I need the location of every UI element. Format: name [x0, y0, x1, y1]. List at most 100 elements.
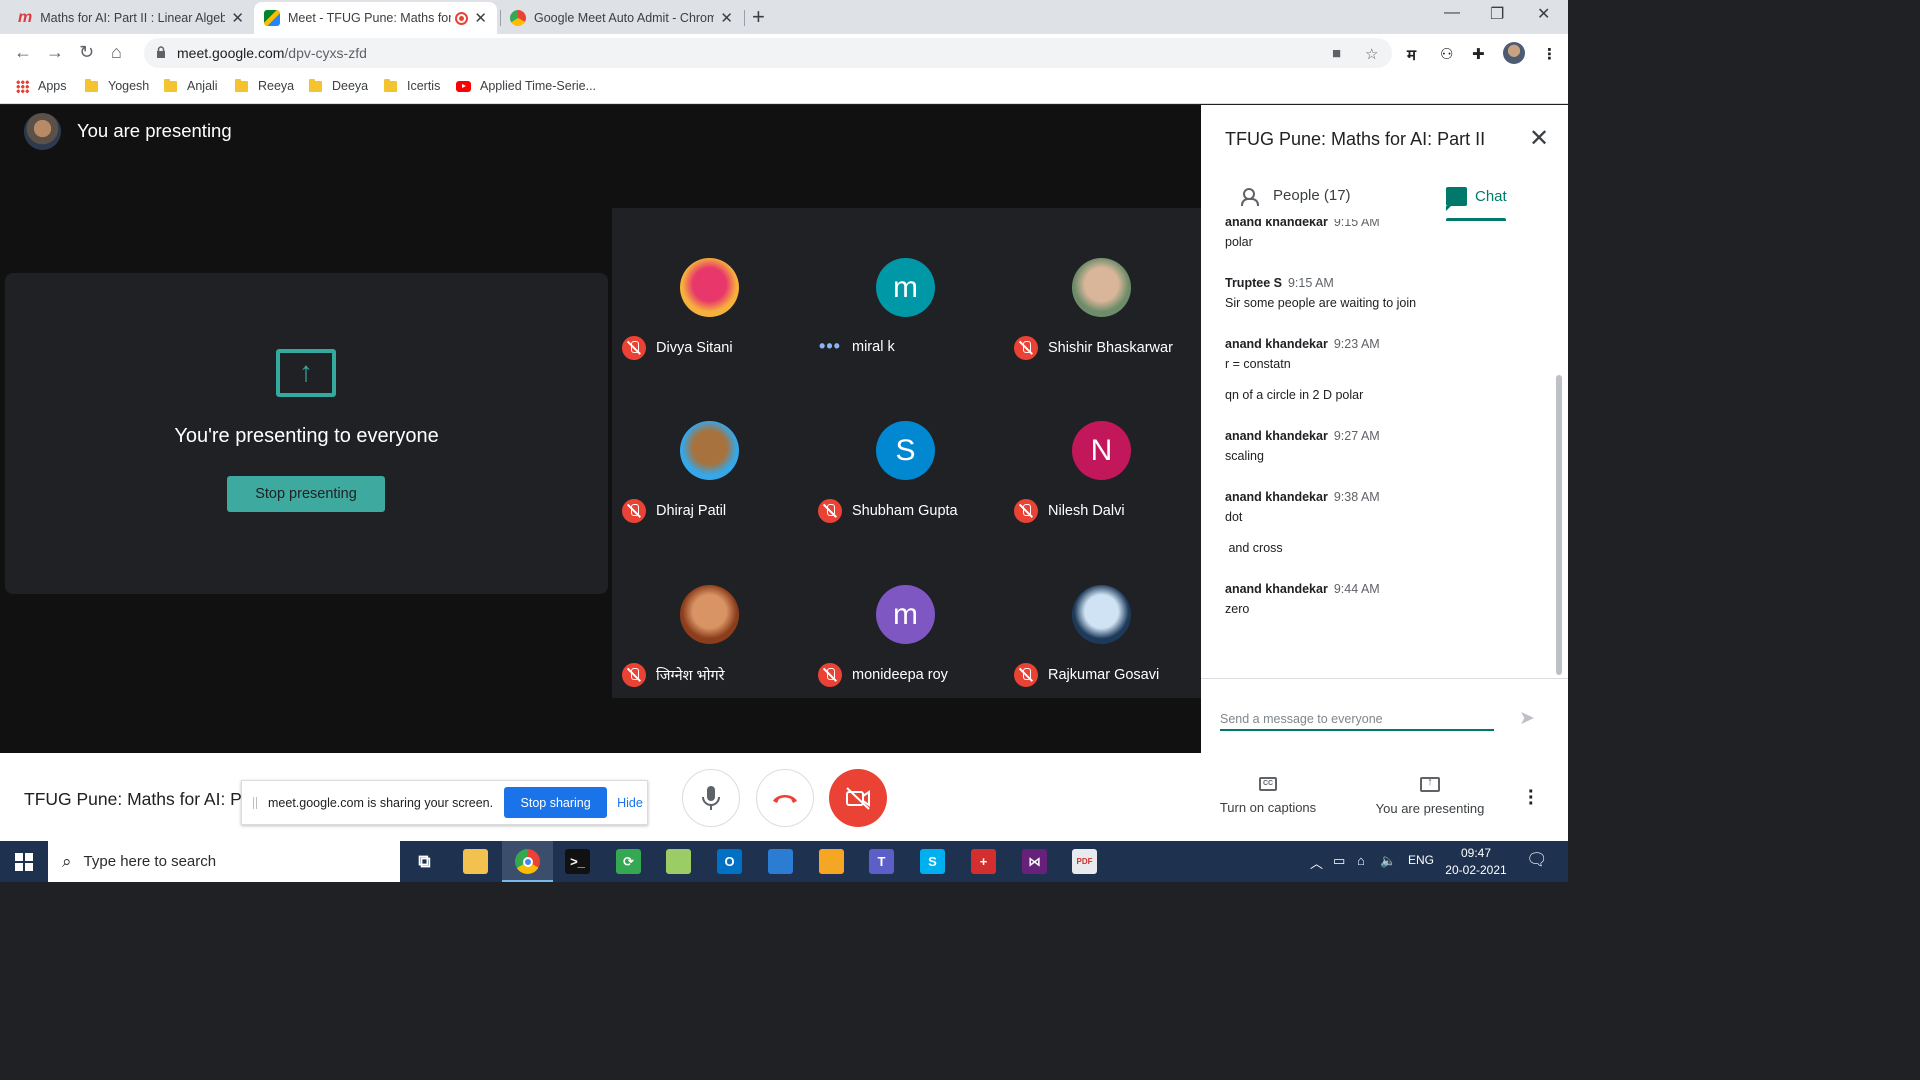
bookmark-youtube[interactable]: Applied Time-Serie... [456, 79, 596, 93]
bookmark-star-icon[interactable]: ☆ [1365, 45, 1378, 63]
bookmark-apps[interactable]: Apps [16, 79, 67, 93]
camera-in-use-icon[interactable]: ■ [1332, 45, 1341, 62]
participant-tile[interactable]: S Shubham Gupta [808, 371, 1004, 534]
close-tab-icon[interactable]: ✕ [231, 9, 244, 27]
close-tab-icon[interactable]: ✕ [720, 9, 733, 27]
more-options-icon[interactable]: · · · [1528, 782, 1535, 814]
microphone-button[interactable] [682, 769, 740, 827]
chat-timestamp: 9:38 AM [1333, 490, 1380, 504]
minimize-icon[interactable]: — [1444, 4, 1460, 22]
file-explorer-icon[interactable] [463, 849, 488, 874]
participant-tile[interactable]: Divya Sitani [612, 208, 808, 371]
file-transfer-icon[interactable] [819, 849, 844, 874]
restore-icon[interactable]: ❐ [1490, 4, 1504, 24]
forward-icon[interactable]: → [46, 42, 64, 63]
chat-message-text: qn of a circle in 2 D polar [1225, 388, 1364, 402]
address-bar[interactable]: meet.google.com/dpv-cyxs-zfd ■ ☆ [144, 38, 1392, 68]
visual-studio-icon[interactable]: ⋈ [1022, 849, 1047, 874]
outlook-icon[interactable]: O [717, 849, 742, 874]
participant-name: Shubham Gupta [852, 503, 958, 519]
tab-title: Maths for AI: Part II : Linear Algebra [40, 11, 226, 25]
send-icon[interactable]: ➤ [1519, 707, 1535, 730]
drag-handle-icon[interactable] [253, 796, 257, 809]
extension-icon[interactable]: ⚇ [1440, 45, 1453, 63]
reload-icon[interactable]: ↻ [79, 42, 94, 63]
hindi-input-extension-icon[interactable]: म [1407, 45, 1416, 65]
bookmark-folder[interactable]: Reeya [235, 78, 294, 93]
input-language[interactable]: ENG [1408, 853, 1434, 867]
show-hidden-icons-icon[interactable]: ︿ [1310, 853, 1323, 872]
tab-people[interactable]: People (17) [1241, 187, 1351, 206]
participant-tile[interactable]: m monideepa roy [808, 535, 1004, 698]
chrome-menu-icon[interactable]: ⋮ [1542, 45, 1557, 63]
skype-icon[interactable]: S [920, 849, 945, 874]
chat-message: anand khandekar 9:27 AM scaling [1225, 429, 1545, 463]
participant-name-row: Dhiraj Patil [622, 499, 726, 523]
folder-icon [309, 78, 322, 92]
participant-tile[interactable]: m ••• miral k [808, 208, 1004, 371]
participant-tile[interactable]: जिग्नेश भोगरे [612, 535, 808, 698]
bookmark-folder[interactable]: Icertis [384, 78, 440, 93]
remote-desktop-icon[interactable] [768, 849, 793, 874]
extensions-puzzle-icon[interactable]: ✚ [1472, 45, 1485, 63]
participant-tile[interactable]: Dhiraj Patil [612, 371, 808, 534]
chat-scrollbar[interactable] [1556, 375, 1562, 675]
back-icon[interactable]: ← [14, 42, 32, 63]
sync-icon[interactable]: ⟳ [616, 849, 641, 874]
task-view-icon[interactable]: ⧉ [412, 849, 437, 874]
windows-start-icon[interactable] [15, 853, 33, 871]
browser-tab-active[interactable]: Meet - TFUG Pune: Maths for AI ✕ [254, 2, 497, 34]
pdf-viewer-icon[interactable]: PDF [1072, 849, 1097, 874]
chrome-icon[interactable] [515, 849, 540, 874]
presenting-button[interactable]: You are presenting [1368, 776, 1492, 816]
meet-control-bar: TFUG Pune: Maths for AI: Part II meet.go… [0, 753, 1568, 841]
taskbar-search[interactable]: ⌕ Type here to search [48, 841, 400, 882]
clock-time: 09:47 [1460, 846, 1492, 860]
notifications-icon[interactable]: 🗨 [1526, 850, 1548, 870]
image-editor-icon[interactable] [666, 849, 691, 874]
battery-icon[interactable]: ▭ [1333, 853, 1345, 869]
screen-share-banner: meet.google.com is sharing your screen. … [241, 780, 648, 825]
close-panel-icon[interactable]: ✕ [1529, 124, 1549, 153]
browser-toolbar: ← → ↻ ⌂ meet.google.com/dpv-cyxs-zfd ■ ☆… [0, 34, 1568, 72]
participant-tile[interactable]: Rajkumar Gosavi [1004, 535, 1200, 698]
hang-up-icon [773, 795, 797, 803]
home-icon[interactable]: ⌂ [111, 42, 122, 63]
captions-button[interactable]: CC Turn on captions [1213, 777, 1323, 815]
leave-call-button[interactable] [756, 769, 814, 827]
volume-icon[interactable]: 🔈 [1380, 853, 1396, 869]
google-meet-icon [264, 10, 280, 26]
system-clock[interactable]: 09:47 20-02-2021 [1444, 845, 1508, 879]
close-window-icon[interactable]: ✕ [1537, 4, 1550, 24]
stop-sharing-button[interactable]: Stop sharing [504, 787, 608, 818]
mic-muted-icon [1014, 663, 1038, 687]
participant-name: miral k [852, 338, 895, 355]
bookmark-folder[interactable]: Deeya [309, 78, 368, 93]
tab-chat[interactable]: Chat [1446, 187, 1507, 211]
chat-message-text: scaling [1225, 449, 1264, 463]
present-screen-icon [276, 349, 336, 397]
terminal-icon[interactable]: >_ [565, 849, 590, 874]
participant-name-row: जिग्नेश भोगरे [622, 663, 725, 687]
network-icon[interactable]: ⌂ [1357, 853, 1365, 868]
chat-message-header: anand khandekar 9:15 AM [1225, 219, 1545, 229]
chat-message-list[interactable]: anand khandekar 9:15 AM polar Truptee S 9:15… [1225, 219, 1545, 679]
stop-presenting-button[interactable]: Stop presenting [227, 476, 385, 512]
close-tab-icon[interactable]: ✕ [474, 9, 487, 27]
participant-avatar [1072, 258, 1131, 317]
participant-tile[interactable]: N Nilesh Dalvi [1004, 371, 1200, 534]
bookmark-folder[interactable]: Anjali [164, 78, 218, 93]
camera-button[interactable] [829, 769, 887, 827]
teams-icon[interactable]: T [869, 849, 894, 874]
chat-message-input[interactable] [1220, 709, 1494, 731]
participant-avatar: m [876, 585, 935, 644]
browser-tab[interactable]: Google Meet Auto Admit - Chrome ✕ [500, 2, 743, 34]
participant-tile[interactable]: Shishir Bhaskarwar [1004, 208, 1200, 371]
profile-avatar[interactable] [1503, 42, 1525, 64]
hide-banner-button[interactable]: Hide [617, 796, 643, 810]
screen-recorder-icon[interactable]: + [971, 849, 996, 874]
bookmarks-bar: Apps Yogesh Anjali Reeya Deeya Icertis A… [0, 72, 1568, 104]
new-tab-icon[interactable]: + [752, 4, 765, 30]
bookmark-folder[interactable]: Yogesh [85, 78, 149, 93]
browser-tab[interactable]: m Maths for AI: Part II : Linear Algebra… [8, 2, 254, 34]
